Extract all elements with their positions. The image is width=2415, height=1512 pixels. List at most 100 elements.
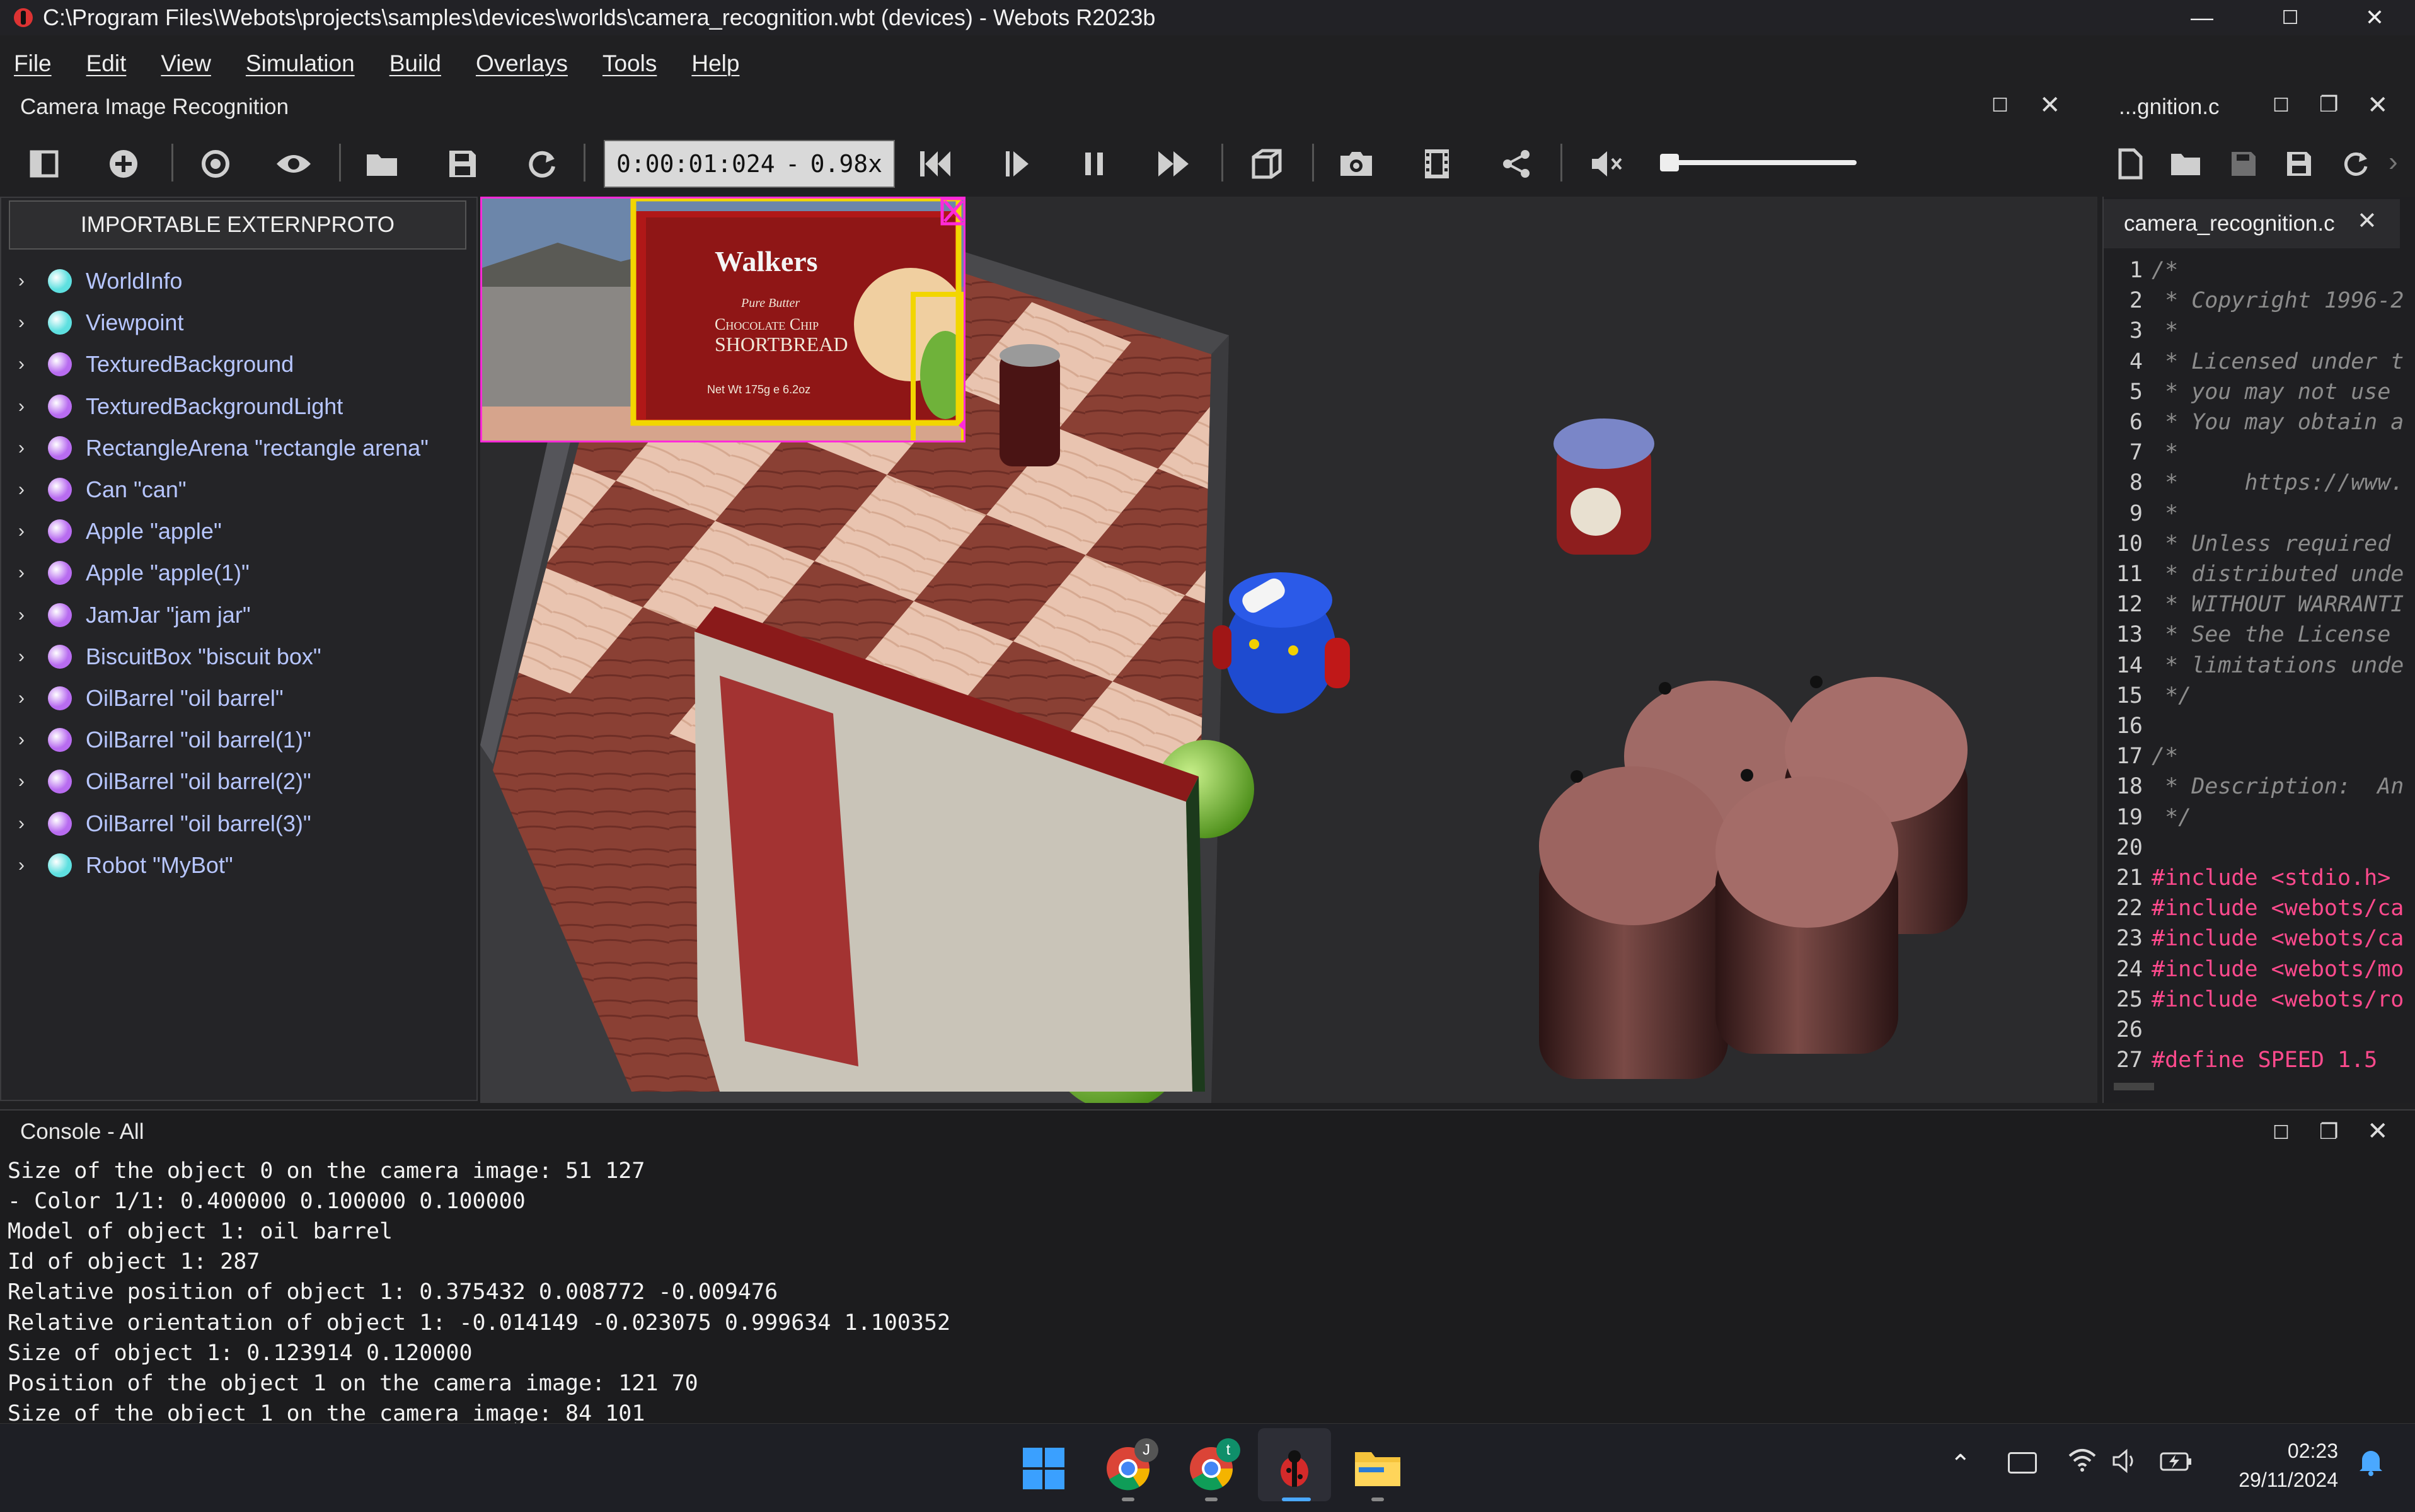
console-close-icon[interactable]: ✕	[2367, 1117, 2389, 1146]
add-node-icon[interactable]	[98, 139, 149, 189]
expand-chevron-icon[interactable]: ›	[9, 688, 34, 709]
code-line[interactable]: 23 #include <webots/ca	[2102, 923, 2415, 954]
code-line[interactable]: 21 #include <stdio.h>	[2102, 863, 2415, 893]
code-line[interactable]: 8 * https://www.	[2102, 468, 2415, 498]
expand-chevron-icon[interactable]: ›	[9, 396, 34, 417]
expand-chevron-icon[interactable]: ›	[9, 604, 34, 626]
scene-tree-item[interactable]: › OilBarrel "oil barrel(2)"	[9, 761, 311, 802]
volume-slider[interactable]	[1660, 154, 1857, 171]
code-line[interactable]: 9 *	[2102, 499, 2415, 529]
code-line[interactable]: 13 * See the License	[2102, 620, 2415, 650]
editor-tab-close-icon[interactable]: ✕	[2357, 207, 2377, 235]
view-options-eye-icon[interactable]	[268, 139, 319, 189]
code-line[interactable]: 3 *	[2102, 316, 2415, 346]
expand-chevron-icon[interactable]: ›	[9, 479, 34, 500]
expand-chevron-icon[interactable]: ›	[9, 771, 34, 792]
menu-tools[interactable]: Tools	[602, 50, 657, 77]
code-line[interactable]: 5 * you may not use	[2102, 377, 2415, 407]
expand-chevron-icon[interactable]: ›	[9, 729, 34, 751]
scene-tree-item[interactable]: › WorldInfo	[9, 260, 182, 302]
code-line[interactable]: 12 * WITHOUT WARRANTI	[2102, 589, 2415, 620]
menu-help[interactable]: Help	[691, 50, 739, 77]
code-line[interactable]: 1 /*	[2102, 255, 2415, 286]
float-panel-icon[interactable]: ☐	[1991, 95, 2017, 120]
console-restore-icon[interactable]: ❐	[2319, 1119, 2338, 1145]
menu-file[interactable]: File	[14, 50, 52, 77]
expand-chevron-icon[interactable]: ›	[9, 270, 34, 292]
toggle-scene-tree-icon[interactable]	[19, 139, 69, 189]
scene-tree-item[interactable]: › JamJar "jam jar"	[9, 594, 251, 636]
clock-date[interactable]: 29/11/2024	[2199, 1469, 2338, 1492]
scene-tree-item[interactable]: › Apple "apple"	[9, 511, 222, 552]
code-line[interactable]: 25 #include <webots/ro	[2102, 984, 2415, 1015]
file-explorer-icon[interactable]	[1350, 1441, 1405, 1496]
open-file-icon[interactable]	[2162, 139, 2212, 189]
screenshot-camera-icon[interactable]	[1331, 139, 1381, 189]
scene-tree-item[interactable]: › Apple "apple(1)"	[9, 552, 250, 594]
code-line[interactable]: 22 #include <webots/ca	[2102, 893, 2415, 923]
reset-simulation-icon[interactable]	[910, 139, 960, 189]
editor-close-icon[interactable]: ✕	[2367, 91, 2389, 120]
code-line[interactable]: 4 * Licensed under t	[2102, 347, 2415, 377]
scene-tree-item[interactable]: › OilBarrel "oil barrel(3)"	[9, 803, 311, 845]
code-line[interactable]: 18 * Description: An	[2102, 771, 2415, 802]
windows-start-icon[interactable]	[1016, 1441, 1071, 1496]
reload-world-icon[interactable]	[517, 139, 567, 189]
pause-simulation-icon[interactable]	[1069, 139, 1119, 189]
keyboard-icon[interactable]	[2008, 1452, 2037, 1474]
scene-tree-item[interactable]: › Viewpoint	[9, 302, 183, 343]
volume-slider-handle[interactable]	[1660, 154, 1679, 171]
code-line[interactable]: 24 #include <webots/mo	[2102, 954, 2415, 984]
code-line[interactable]: 14 * limitations unde	[2102, 650, 2415, 681]
show-hidden-icons-chevron-icon[interactable]: ⌃	[1950, 1450, 1971, 1479]
follow-object-icon[interactable]	[190, 139, 241, 189]
editor-restore-icon[interactable]: ❐	[2319, 92, 2338, 117]
toolbar-overflow-icon[interactable]: ›	[2389, 146, 2398, 178]
code-line[interactable]: 10 * Unless required	[2102, 529, 2415, 559]
fast-forward-icon[interactable]	[1148, 139, 1199, 189]
expand-chevron-icon[interactable]: ›	[9, 562, 34, 584]
menu-overlays[interactable]: Overlays	[476, 50, 568, 77]
expand-chevron-icon[interactable]: ›	[9, 855, 34, 876]
save-as-icon[interactable]	[2274, 139, 2324, 189]
menu-edit[interactable]: Edit	[86, 50, 127, 77]
code-line[interactable]: 2 * Copyright 1996-2	[2102, 286, 2415, 316]
menu-view[interactable]: View	[161, 50, 211, 77]
record-movie-film-icon[interactable]	[1412, 139, 1462, 189]
code-line[interactable]: 17 /*	[2102, 741, 2415, 771]
open-world-icon[interactable]	[358, 139, 408, 189]
scene-tree-item[interactable]: › TexturedBackground	[9, 343, 294, 385]
code-line[interactable]: 20	[2102, 833, 2415, 863]
importable-externproto-button[interactable]: IMPORTABLE EXTERNPROTO	[9, 200, 466, 250]
code-line[interactable]: 15 */	[2102, 681, 2415, 711]
expand-chevron-icon[interactable]: ›	[9, 521, 34, 542]
code-line[interactable]: 26	[2102, 1015, 2415, 1045]
share-icon[interactable]	[1491, 139, 1542, 189]
menu-simulation[interactable]: Simulation	[246, 50, 355, 77]
clock-time[interactable]: 02:23	[2231, 1440, 2338, 1463]
minimize-button[interactable]: —	[2158, 0, 2246, 35]
close-panel-icon[interactable]: ✕	[2039, 91, 2061, 120]
save-file-icon[interactable]	[2218, 139, 2269, 189]
wifi-icon[interactable]	[2067, 1447, 2097, 1479]
scene-tree-item[interactable]: › BiscuitBox "biscuit box"	[9, 636, 321, 678]
scene-tree-item[interactable]: › Can "can"	[9, 469, 187, 511]
rendering-mode-cube-icon[interactable]	[1242, 139, 1292, 189]
notification-bell-icon[interactable]	[2357, 1447, 2385, 1479]
webots-taskbar-icon[interactable]	[1267, 1441, 1322, 1496]
scene-tree-item[interactable]: › OilBarrel "oil barrel(1)"	[9, 719, 311, 761]
step-simulation-icon[interactable]	[991, 139, 1041, 189]
code-line[interactable]: 6 * You may obtain a	[2102, 407, 2415, 437]
volume-icon[interactable]	[2111, 1448, 2140, 1477]
maximize-button[interactable]: ☐	[2246, 0, 2334, 35]
expand-chevron-icon[interactable]: ›	[9, 437, 34, 459]
expand-chevron-icon[interactable]: ›	[9, 646, 34, 667]
console-float-icon[interactable]: ☐	[2273, 1122, 2290, 1144]
editor-scrollbar[interactable]	[2114, 1083, 2154, 1090]
save-world-icon[interactable]	[437, 139, 488, 189]
expand-chevron-icon[interactable]: ›	[9, 312, 34, 333]
code-line[interactable]: 19 */	[2102, 802, 2415, 833]
editor-tab[interactable]: camera_recognition.c	[2104, 199, 2400, 248]
editor-float-icon[interactable]: ☐	[2273, 95, 2290, 117]
scene-tree-item[interactable]: › OilBarrel "oil barrel"	[9, 678, 284, 719]
